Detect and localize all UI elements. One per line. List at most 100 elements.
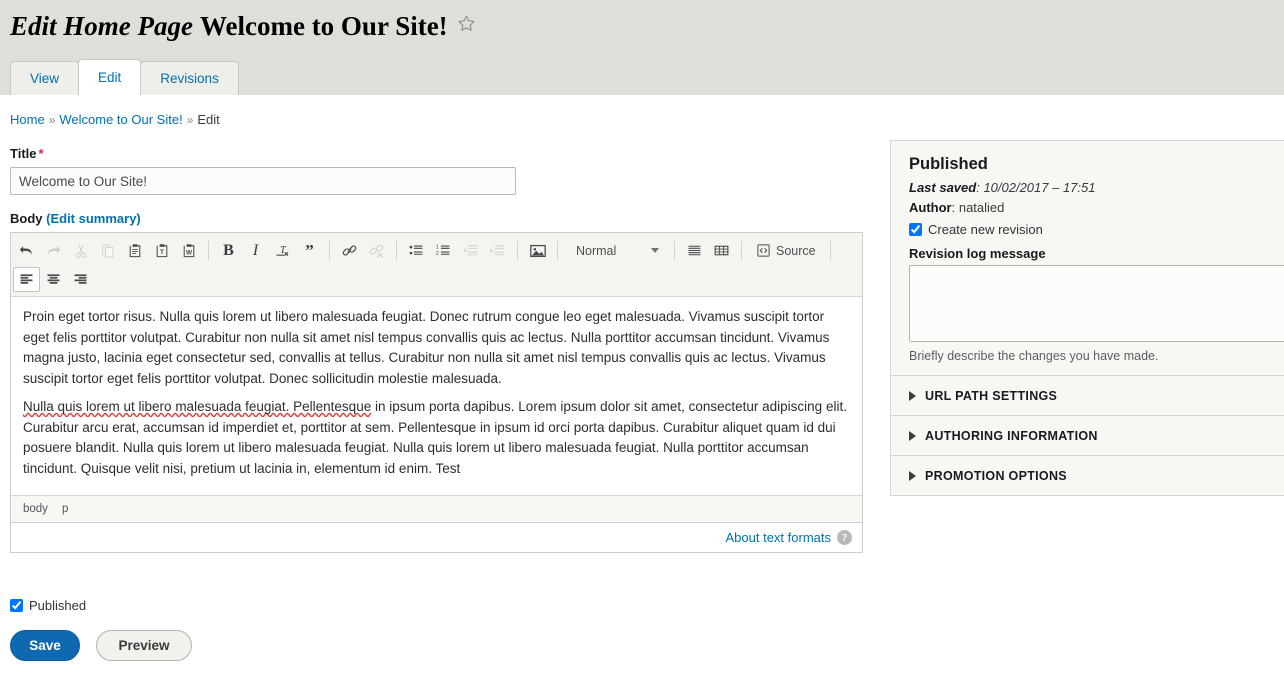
svg-text:2: 2 [436, 251, 439, 257]
ckeditor-toolbar-row-2 [13, 265, 860, 294]
about-text-formats-link[interactable]: About text formats [726, 530, 832, 545]
breadcrumb-item-home[interactable]: Home [10, 112, 45, 127]
author-row: Author: natalied [909, 200, 1005, 215]
numbered-list-icon[interactable]: 12 [430, 238, 457, 263]
revision-log-label: Revision log message [909, 246, 1046, 261]
breadcrumb: Home» Welcome to Our Site!» Edit [10, 112, 220, 127]
tab-revisions[interactable]: Revisions [140, 61, 239, 95]
body-paragraph-1: Proin eget tortor risus. Nulla quis lore… [23, 309, 830, 386]
revision-log-textarea[interactable] [909, 265, 1284, 342]
tab-view[interactable]: View [10, 61, 80, 95]
paragraph-format-value: Normal [576, 243, 617, 258]
svg-text:T: T [160, 249, 164, 256]
blockquote-icon[interactable]: ” [296, 238, 323, 263]
svg-text:W: W [185, 249, 192, 256]
title-label-text: Title [10, 146, 37, 161]
horizontal-rule-icon[interactable] [681, 238, 708, 263]
create-new-revision-row: Create new revision [909, 222, 1274, 237]
toolbar-separator [517, 241, 518, 260]
align-left-icon[interactable] [13, 267, 40, 292]
page-title-document: Welcome to Our Site! [199, 11, 448, 41]
breadcrumb-separator: » [186, 113, 194, 127]
author-value: natalied [958, 200, 1005, 215]
chevron-right-icon [909, 430, 916, 441]
title-field-label: Title * [10, 146, 863, 161]
page-header-band: Edit Home Page Welcome to Our Site! View … [0, 0, 1284, 95]
node-meta-sidebar: Published Last saved: 10/02/2017 – 17:51… [890, 140, 1284, 496]
align-right-icon[interactable] [67, 267, 94, 292]
source-button-label: Source [776, 243, 816, 258]
published-checkbox[interactable] [10, 599, 23, 612]
help-icon[interactable]: ? [837, 530, 852, 545]
ckeditor: T W B I T ” 1 2 Normal Source Proin eget… [10, 232, 863, 523]
undo-icon[interactable] [13, 238, 40, 263]
page-title-context: Edit Home Page [10, 11, 193, 41]
form-actions: Published Save Preview [10, 598, 192, 661]
elements-path-body[interactable]: body [23, 503, 48, 515]
create-new-revision-checkbox[interactable] [909, 223, 922, 236]
node-edit-form: Title* Body (Edit summary) [10, 146, 863, 553]
bold-icon[interactable]: B [215, 238, 242, 263]
breadcrumb-separator: » [48, 113, 56, 127]
copy-icon [94, 238, 121, 263]
paste-icon[interactable] [121, 238, 148, 263]
link-icon[interactable] [336, 238, 363, 263]
source-button[interactable]: Source [748, 238, 824, 263]
breadcrumb-item-node[interactable]: Welcome to Our Site! [59, 112, 182, 127]
preview-button[interactable]: Preview [96, 630, 192, 661]
published-checkbox-row: Published [10, 598, 192, 613]
revision-log-description: Briefly describe the changes you have ma… [909, 349, 1159, 363]
edit-summary-link[interactable]: (Edit summary) [46, 211, 141, 226]
chevron-down-icon [651, 248, 659, 253]
italic-icon[interactable]: I [242, 238, 269, 263]
outdent-icon [457, 238, 484, 263]
chevron-right-icon [909, 390, 916, 401]
align-center-icon[interactable] [40, 267, 67, 292]
title-input[interactable] [10, 167, 516, 195]
author-label: Author [909, 200, 952, 215]
svg-text:1: 1 [436, 244, 439, 250]
elements-path-p[interactable]: p [62, 503, 68, 515]
create-new-revision-label: Create new revision [928, 222, 1043, 237]
ckeditor-elements-path: body p [11, 495, 862, 522]
chevron-right-icon [909, 470, 916, 481]
save-button[interactable]: Save [10, 630, 80, 661]
table-icon[interactable] [708, 238, 735, 263]
paste-word-icon[interactable]: W [175, 238, 202, 263]
toolbar-separator [208, 241, 209, 260]
paste-text-icon[interactable]: T [148, 238, 175, 263]
toolbar-separator [674, 241, 675, 260]
section-url-path-settings[interactable]: URL PATH SETTINGS [891, 375, 1284, 415]
section-url-path-settings-label: URL PATH SETTINGS [925, 388, 1058, 403]
star-outline-icon[interactable] [457, 7, 476, 41]
tab-edit-label: Edit [98, 70, 122, 85]
preview-button-label: Preview [118, 638, 170, 653]
section-promotion-options-label: PROMOTION OPTIONS [925, 468, 1067, 483]
body-field-label: Body (Edit summary) [10, 211, 863, 226]
indent-icon [484, 238, 511, 263]
toolbar-separator [396, 241, 397, 260]
status-title: Published [909, 155, 988, 173]
tab-edit[interactable]: Edit [78, 59, 142, 95]
section-promotion-options[interactable]: PROMOTION OPTIONS [891, 455, 1284, 495]
image-icon[interactable] [524, 238, 551, 263]
last-saved-label: Last saved [909, 180, 977, 195]
misspelled-text: Nulla quis lorem ut libero malesuada feu… [23, 399, 372, 414]
toolbar-separator [829, 241, 831, 260]
tab-view-label: View [30, 71, 60, 86]
required-marker: * [38, 146, 44, 161]
body-label-text: Body [10, 211, 43, 226]
paragraph-format-select[interactable]: Normal [566, 238, 666, 263]
cut-icon [67, 238, 94, 263]
ckeditor-toolbar: T W B I T ” 1 2 Normal Source [11, 233, 862, 297]
toolbar-separator [329, 241, 330, 260]
save-button-label: Save [29, 638, 61, 653]
last-saved-row: Last saved: 10/02/2017 – 17:51 [909, 180, 1096, 195]
text-format-bar: About text formats ? [10, 523, 863, 553]
page-title: Edit Home Page Welcome to Our Site! [10, 7, 476, 43]
bulleted-list-icon[interactable] [403, 238, 430, 263]
ckeditor-editable-area[interactable]: Proin eget tortor risus. Nulla quis lore… [11, 297, 862, 495]
primary-tabs: View Edit Revisions [10, 59, 239, 95]
section-authoring-information[interactable]: AUTHORING INFORMATION [891, 415, 1284, 455]
remove-format-icon[interactable]: T [269, 238, 296, 263]
